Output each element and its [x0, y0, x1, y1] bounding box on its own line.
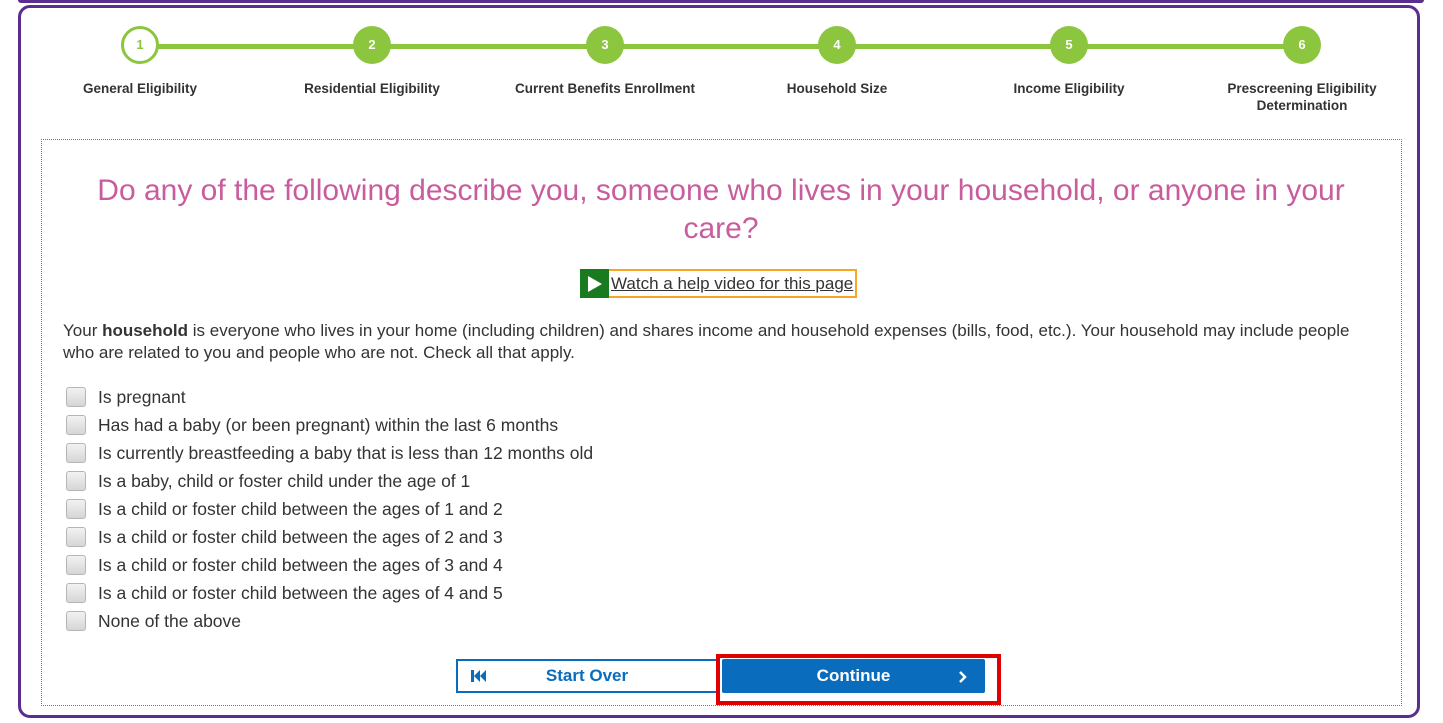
option-recent-baby[interactable]: Has had a baby (or been pregnant) within… [66, 411, 866, 439]
step-2: 2 Residential Eligibility [272, 26, 472, 97]
option-label: Has had a baby (or been pregnant) within… [98, 414, 559, 435]
option-label: None of the above [98, 610, 242, 631]
help-video-link-text[interactable]: Watch a help video for this page [611, 274, 853, 294]
chevron-right-icon [958, 669, 967, 689]
question-title: Do any of the following describe you, so… [97, 174, 1345, 245]
checkbox[interactable] [66, 527, 86, 547]
option-label: Is a child or foster child between the a… [98, 526, 503, 547]
checkbox[interactable] [66, 499, 86, 519]
step-6-label: Prescreening Eligibility Determination [1227, 81, 1377, 113]
option-label: Is a child or foster child between the a… [98, 582, 503, 603]
play-icon[interactable] [580, 269, 609, 298]
checkbox[interactable] [66, 583, 86, 603]
continue-label: Continue [816, 666, 891, 685]
step-2-circle: 2 [353, 26, 391, 64]
options-list: Is pregnant Has had a baby (or been preg… [66, 383, 866, 635]
step-1-label: General Eligibility [82, 81, 198, 96]
option-label: Is a child or foster child between the a… [98, 554, 503, 575]
option-age-3-4[interactable]: Is a child or foster child between the a… [66, 551, 866, 579]
option-age-1-2[interactable]: Is a child or foster child between the a… [66, 495, 866, 523]
step-3: 3 Current Benefits Enrollment [505, 26, 705, 97]
start-over-label: Start Over [545, 666, 629, 685]
checkbox[interactable] [66, 471, 86, 491]
household-intro: Your household is everyone who lives in … [63, 320, 1383, 364]
option-pregnant[interactable]: Is pregnant [66, 383, 866, 411]
option-label: Is currently breastfeeding a baby that i… [98, 442, 594, 463]
step-3-circle: 3 [586, 26, 624, 64]
checkbox[interactable] [66, 555, 86, 575]
option-label: Is a child or foster child between the a… [98, 498, 503, 519]
step-1-circle: 1 [121, 26, 159, 64]
step-5: 5 Income Eligibility [969, 26, 1169, 97]
step-5-label: Income Eligibility [1013, 81, 1125, 96]
step-6-circle: 6 [1283, 26, 1321, 64]
option-label: Is pregnant [98, 386, 186, 407]
step-6: 6 Prescreening Eligibility Determination [1202, 26, 1402, 114]
intro-prefix: Your [63, 321, 103, 340]
option-none[interactable]: None of the above [66, 607, 866, 635]
progress-stepper: 1 General Eligibility 2 Residential Elig… [0, 0, 1443, 130]
checkbox[interactable] [66, 611, 86, 631]
option-age-2-3[interactable]: Is a child or foster child between the a… [66, 523, 866, 551]
step-2-label: Residential Eligibility [304, 81, 440, 96]
intro-bold-term: household [102, 321, 189, 340]
help-video-link[interactable]: Watch a help video for this page [580, 269, 858, 298]
step-4-label: Household Size [786, 81, 888, 96]
start-over-button[interactable]: Start Over [456, 659, 718, 693]
step-3-label: Current Benefits Enrollment [514, 81, 696, 96]
checkbox[interactable] [66, 387, 86, 407]
checkbox[interactable] [66, 443, 86, 463]
option-breastfeeding[interactable]: Is currently breastfeeding a baby that i… [66, 439, 866, 467]
step-5-circle: 5 [1050, 26, 1088, 64]
continue-button[interactable]: Continue [722, 659, 985, 693]
option-under-1[interactable]: Is a baby, child or foster child under t… [66, 467, 866, 495]
step-1: 1 General Eligibility [40, 26, 240, 97]
option-label: Is a baby, child or foster child under t… [98, 470, 471, 491]
checkbox[interactable] [66, 415, 86, 435]
step-4: 4 Household Size [737, 26, 937, 97]
intro-body: is everyone who lives in your home (incl… [63, 321, 1350, 362]
skip-back-icon [470, 668, 488, 689]
step-4-circle: 4 [818, 26, 856, 64]
option-age-4-5[interactable]: Is a child or foster child between the a… [66, 579, 866, 607]
